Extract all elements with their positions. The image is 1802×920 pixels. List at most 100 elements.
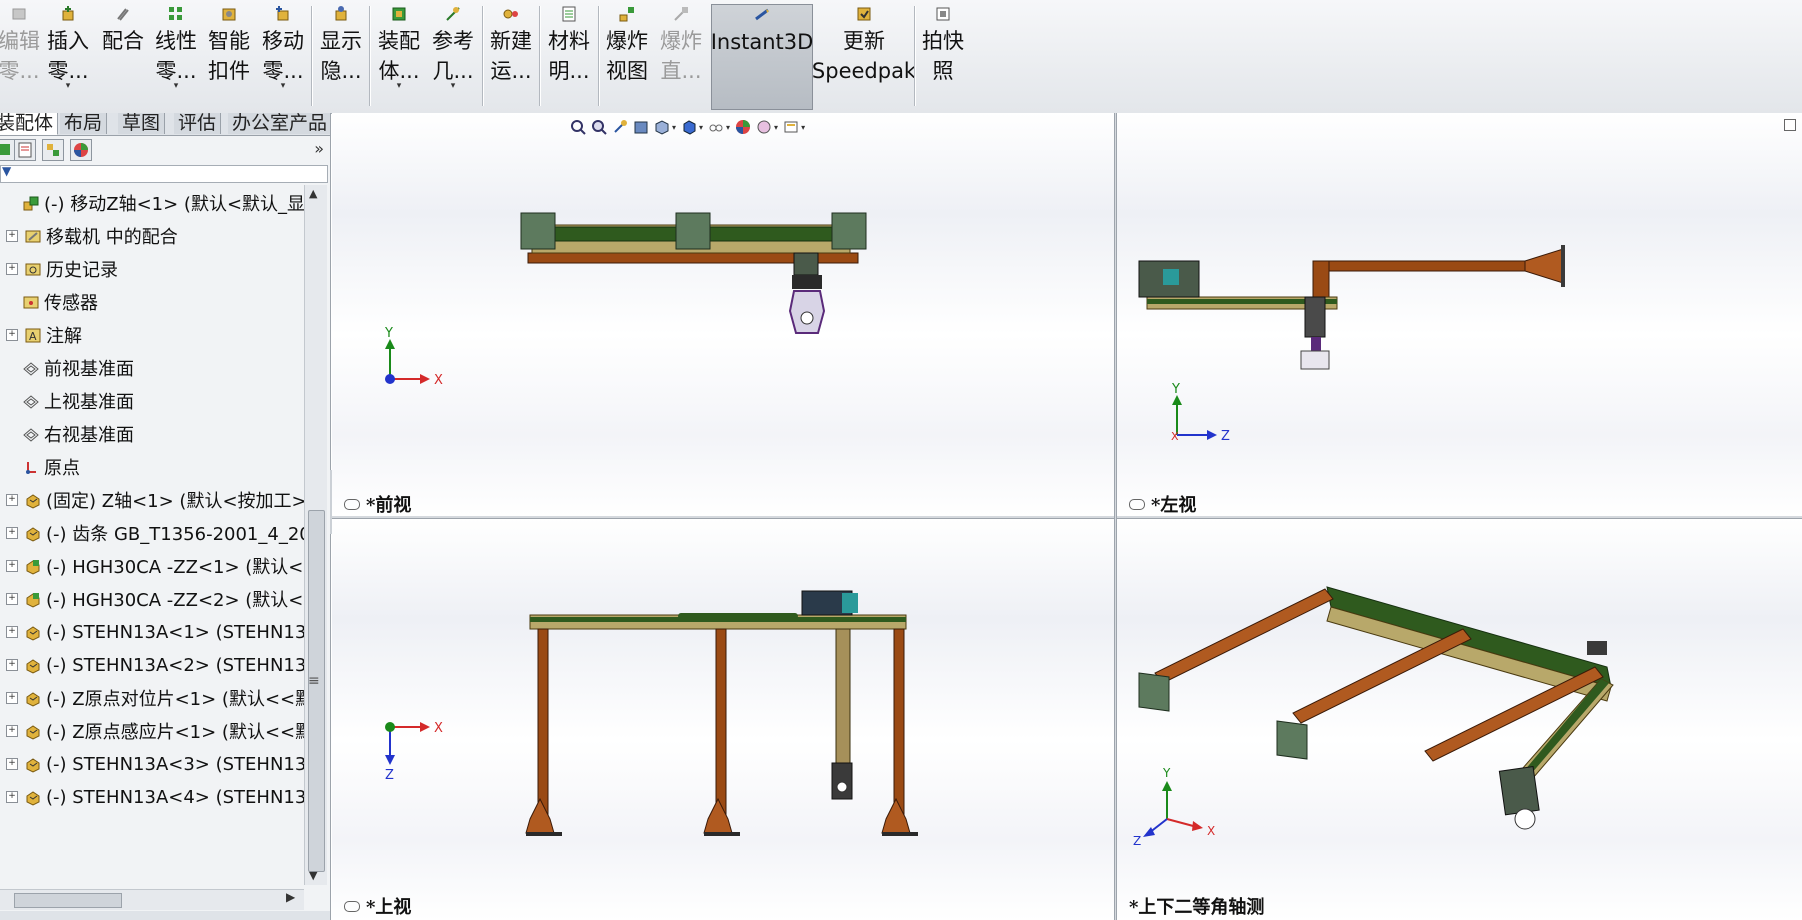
horizontal-scrollbar-thumb[interactable] xyxy=(14,893,122,908)
linear-pattern-button[interactable]: 线性 零... ▾ xyxy=(154,4,198,108)
tree-item[interactable]: (-) 移动Z轴<1> (默认<默认_显示状 xyxy=(0,187,304,219)
tree-item[interactable]: + (-) HGH30CA -ZZ<2> (默认<默 xyxy=(0,583,304,615)
expand-toggle-icon[interactable]: + xyxy=(6,659,18,671)
cable-chain xyxy=(678,613,798,619)
scroll-down-arrow-icon[interactable]: ▼ xyxy=(309,869,317,882)
z-carriage xyxy=(1304,296,1326,338)
expand-toggle-icon[interactable]: + xyxy=(6,791,18,803)
update-speedpak-button[interactable]: 更新 Speedpak xyxy=(812,4,916,108)
tree-item[interactable]: + 移载机 中的配合 xyxy=(0,220,304,252)
expand-toggle-icon[interactable]: + xyxy=(6,725,18,737)
configuration-manager-tab-icon[interactable] xyxy=(42,139,64,161)
tab-sketch[interactable]: 草图 xyxy=(118,113,166,134)
view-settings-icon[interactable] xyxy=(783,119,799,135)
link-views-icon[interactable] xyxy=(344,900,360,912)
assembly-features-icon xyxy=(389,4,409,24)
tree-item[interactable]: + (-) Z原点感应片<1> (默认<<默认 xyxy=(0,715,304,747)
tree-vertical-scrollbar[interactable]: ▲ ≡ ▼ xyxy=(304,185,327,885)
tab-layout[interactable]: 布局 xyxy=(60,113,108,134)
expand-toggle-icon[interactable]: + xyxy=(6,329,18,341)
viewport-top[interactable]: X Z *上视 xyxy=(332,519,1114,920)
zoom-to-area-icon[interactable] xyxy=(591,119,607,135)
tree-item[interactable]: + (-) Z原点对位片<1> (默认<<默认 xyxy=(0,682,304,714)
leg-foot xyxy=(1524,248,1564,284)
iso-leg-1 xyxy=(1154,588,1334,684)
scroll-up-arrow-icon[interactable]: ▲ xyxy=(309,187,317,200)
reference-geometry-button[interactable]: 参考 几... ▾ xyxy=(428,4,478,108)
edit-appearance-icon[interactable] xyxy=(735,119,751,135)
leg-1 xyxy=(537,628,549,820)
expand-toggle-icon[interactable]: + xyxy=(6,494,18,506)
tree-item[interactable]: + 历史记录 xyxy=(0,253,304,285)
edit-component-button[interactable]: 编辑 零... xyxy=(0,4,40,108)
section-view-icon[interactable] xyxy=(633,119,649,135)
tree-item[interactable]: 前视基准面 xyxy=(0,352,304,384)
foot-plate xyxy=(1561,245,1565,287)
link-views-icon[interactable] xyxy=(1129,498,1145,510)
hide-show-items-icon[interactable] xyxy=(708,119,724,135)
tree-item[interactable]: + (-) STEHN13A<2> (STEHN13A xyxy=(0,649,304,681)
expand-toggle-icon[interactable]: + xyxy=(6,560,18,572)
bill-of-materials-button[interactable]: 材料 明... xyxy=(544,4,594,108)
tree-filter-input[interactable]: ▼ xyxy=(0,164,328,183)
take-snapshot-button[interactable]: 拍快照 xyxy=(918,4,968,108)
view-orientation-icon[interactable] xyxy=(654,119,670,135)
apply-scene-icon[interactable] xyxy=(756,119,772,135)
tree-item[interactable]: + (-) STEHN13A<1> (STEHN13A xyxy=(0,616,304,648)
property-manager-tab-icon[interactable] xyxy=(14,139,36,161)
viewport-front[interactable]: ▾ ▾ ▾ ▾ ▾ Y X *前视 xyxy=(332,113,1114,516)
instant3d-button[interactable]: Instant3D xyxy=(711,4,813,110)
mate-button[interactable]: 配合 xyxy=(100,4,146,108)
axis-label-x: X xyxy=(1171,430,1179,443)
previous-view-icon[interactable] xyxy=(612,119,628,135)
new-motion-study-button[interactable]: 新建 运... xyxy=(486,4,536,108)
tree-item-label: (-) 齿条 GB_T1356-2001_4_20_ xyxy=(46,524,304,545)
tree-horizontal-scrollbar[interactable]: ▶ xyxy=(0,889,304,910)
tree-item[interactable]: + (-) STEHN13A<3> (STEHN13A xyxy=(0,748,304,780)
explode-line-sketch-button[interactable]: 爆炸 直... xyxy=(656,4,706,108)
expand-toggle-icon[interactable]: + xyxy=(6,263,18,275)
iso-foot-1 xyxy=(1138,672,1170,712)
viewport-left[interactable]: Y Z X *左视 xyxy=(1117,113,1802,516)
mates-folder-icon xyxy=(24,227,42,245)
viewport-split-icon[interactable] xyxy=(1784,119,1796,131)
display-style-icon[interactable] xyxy=(681,119,697,135)
insert-component-button[interactable]: 插入 零... ▾ xyxy=(46,4,90,108)
tree-item[interactable]: + A 注解 xyxy=(0,319,304,351)
tree-item[interactable]: + (-) HGH30CA -ZZ<1> (默认<默 xyxy=(0,550,304,582)
exploded-view-button[interactable]: 爆炸 视图 xyxy=(602,4,652,108)
expand-toggle-icon[interactable]: + xyxy=(6,230,18,242)
expand-toggle-icon[interactable]: + xyxy=(6,692,18,704)
link-views-icon[interactable] xyxy=(344,498,360,510)
move-component-button[interactable]: 移动 零... ▾ xyxy=(260,4,306,108)
scrollbar-thumb[interactable] xyxy=(308,510,325,872)
tree-item[interactable]: 传感器 xyxy=(0,286,304,318)
gripper-side xyxy=(1300,350,1330,370)
expand-toggle-icon[interactable]: + xyxy=(6,593,18,605)
scroll-right-arrow-icon[interactable]: ▶ xyxy=(286,890,295,904)
viewport-trimetric[interactable]: Y X Z *上下二等角轴测 xyxy=(1117,519,1802,920)
tree-item-label: 原点 xyxy=(44,458,80,479)
tree-item[interactable]: 原点 xyxy=(0,451,304,483)
zoom-to-fit-icon[interactable] xyxy=(570,119,586,135)
tree-item[interactable]: + (固定) Z轴<1> (默认<按加工>< xyxy=(0,484,304,516)
smart-fastener-button[interactable]: 智能 扣件 xyxy=(206,4,252,108)
tree-item[interactable]: 右视基准面 xyxy=(0,418,304,450)
tree-item-label: (-) STEHN13A<3> (STEHN13A xyxy=(46,753,304,775)
tab-assembly[interactable]: 装配体 xyxy=(0,113,59,135)
tab-office-products[interactable]: 办公室产品 xyxy=(228,113,330,134)
expand-toggle-icon[interactable]: + xyxy=(6,626,18,638)
tree-item[interactable]: 上视基准面 xyxy=(0,385,304,417)
show-hidden-components-button[interactable]: 显示 隐... xyxy=(316,4,366,108)
tree-item-label: (-) Z原点对位片<1> (默认<<默认 xyxy=(46,689,304,710)
explode-line-icon xyxy=(671,4,691,24)
assembly-features-button[interactable]: 装配 体... ▾ xyxy=(374,4,424,108)
display-manager-tab-icon[interactable] xyxy=(70,139,92,161)
expand-panel-chevron-icon[interactable]: » xyxy=(314,139,324,158)
viewport-label-trimetric: *上下二等角轴测 xyxy=(1129,897,1265,918)
expand-toggle-icon[interactable]: + xyxy=(6,758,18,770)
expand-toggle-icon[interactable]: + xyxy=(6,527,18,539)
tree-item[interactable]: + (-) 齿条 GB_T1356-2001_4_20_ xyxy=(0,517,304,549)
tab-evaluate[interactable]: 评估 xyxy=(174,113,222,134)
tree-item[interactable]: + (-) STEHN13A<4> (STEHN13A xyxy=(0,781,304,813)
